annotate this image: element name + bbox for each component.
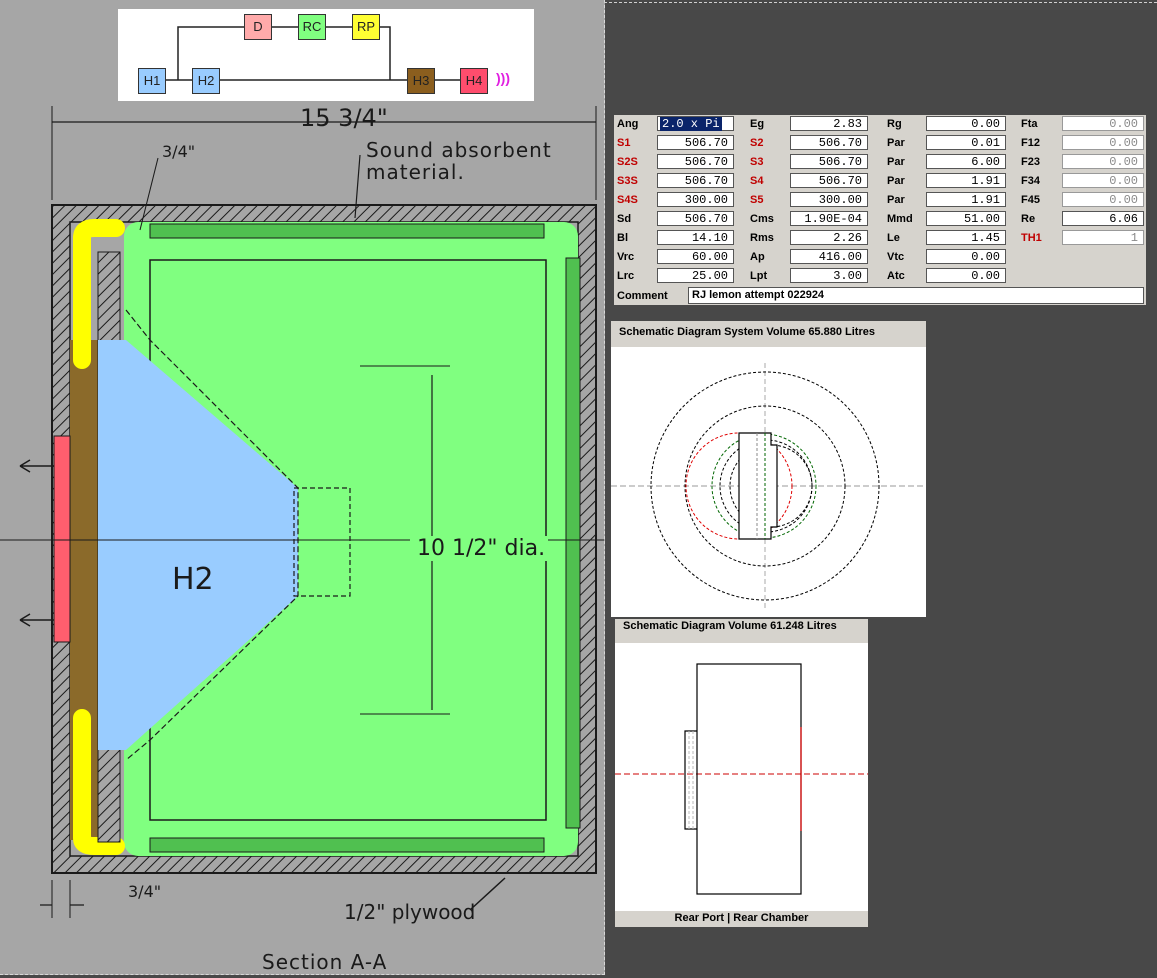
param-field-s3[interactable]: 506.70 — [790, 154, 868, 169]
schematic-volume-svg — [615, 663, 868, 895]
param-label-vrc: Vrc — [617, 251, 635, 263]
param-field-rms[interactable]: 2.26 — [790, 230, 868, 245]
param-field-f23[interactable]: 0.00 — [1062, 154, 1144, 169]
param-field-s4s[interactable]: 300.00 — [657, 192, 734, 207]
block-rp[interactable]: RP — [352, 14, 380, 40]
param-field-eg[interactable]: 2.83 — [790, 116, 868, 131]
param-label-re: Re — [1021, 213, 1036, 225]
material-label: material. — [366, 160, 465, 184]
schematic-volume-footer: Rear Port | Rear Chamber — [615, 911, 868, 927]
param-label-vtc: Vtc — [887, 251, 905, 263]
block-d[interactable]: D — [244, 14, 272, 40]
param-label-eg: Eg — [750, 118, 765, 130]
param-field-f45[interactable]: 0.00 — [1062, 192, 1144, 207]
param-label-f45: F45 — [1021, 194, 1040, 206]
param-label-cms: Cms — [750, 213, 774, 225]
param-field-s4[interactable]: 506.70 — [790, 173, 868, 188]
block-h1[interactable]: H1 — [138, 68, 166, 94]
param-label-s4: S4 — [750, 175, 764, 187]
param-label-s1: S1 — [617, 137, 631, 149]
param-label-rms: Rms — [750, 232, 774, 244]
param-label-sd: Sd — [617, 213, 632, 225]
param-label-atc: Atc — [887, 270, 905, 282]
block-h3[interactable]: H3 — [407, 68, 435, 94]
param-field-ap[interactable]: 416.00 — [790, 249, 868, 264]
block-h2[interactable]: H2 — [192, 68, 220, 94]
param-field-s1[interactable]: 506.70 — [657, 135, 734, 150]
param-label-lrc: Lrc — [617, 270, 635, 282]
param-field-s2s[interactable]: 506.70 — [657, 154, 734, 169]
wall-thickness-top-label: 3/4" — [162, 142, 196, 161]
param-label-par: Par — [887, 194, 905, 206]
top-divider — [604, 2, 1157, 3]
param-label-le: Le — [887, 232, 900, 244]
block-h4[interactable]: H4 — [460, 68, 488, 94]
param-field-s5[interactable]: 300.00 — [790, 192, 868, 207]
param-label-s2: S2 — [750, 137, 764, 149]
driver-diameter-label: 10 1/2" dia. — [414, 536, 549, 561]
param-field-rg[interactable]: 0.00 — [926, 116, 1006, 131]
sound-output-icon: ))) — [496, 70, 510, 86]
param-label-s4s: S4S — [617, 194, 638, 206]
comment-label: Comment — [617, 290, 668, 302]
param-field-par[interactable]: 0.01 — [926, 135, 1006, 150]
schematic-system-panel: Schematic Diagram System Volume 65.880 L… — [611, 321, 926, 617]
param-label-f23: F23 — [1021, 156, 1040, 168]
param-field-atc[interactable]: 0.00 — [926, 268, 1006, 283]
param-label-f34: F34 — [1021, 175, 1040, 187]
param-label-s5: S5 — [750, 194, 764, 206]
param-field-cms[interactable]: 1.90E-04 — [790, 211, 868, 226]
param-field-par[interactable]: 1.91 — [926, 173, 1006, 188]
sound-absorbent-label: Sound absorbent — [366, 138, 552, 162]
param-label-mmd: Mmd — [887, 213, 913, 225]
section-title: Section A-A — [262, 950, 388, 974]
param-field-fta[interactable]: 0.00 — [1062, 116, 1144, 131]
param-label-s3: S3 — [750, 156, 764, 168]
plywood-label: 1/2" plywood — [344, 900, 476, 924]
param-selected-text: 2.0 x Pi — [660, 117, 722, 131]
param-field-lrc[interactable]: 25.00 — [657, 268, 734, 283]
param-label-th1: TH1 — [1021, 232, 1042, 244]
param-label-ap: Ap — [750, 251, 765, 263]
param-field-par[interactable]: 1.91 — [926, 192, 1006, 207]
param-label-par: Par — [887, 175, 905, 187]
network-diagram: D RC RP H1 H2 H3 H4 ))) — [118, 9, 534, 101]
param-field-mmd[interactable]: 51.00 — [926, 211, 1006, 226]
block-rc[interactable]: RC — [298, 14, 326, 40]
param-label-s2s: S2S — [617, 156, 638, 168]
param-field-sd[interactable]: 506.70 — [657, 211, 734, 226]
param-label-par: Par — [887, 156, 905, 168]
param-label-lpt: Lpt — [750, 270, 768, 282]
param-label-rg: Rg — [887, 118, 902, 130]
param-label-f12: F12 — [1021, 137, 1040, 149]
param-label-par: Par — [887, 137, 905, 149]
param-field-bl[interactable]: 14.10 — [657, 230, 734, 245]
param-field-vtc[interactable]: 0.00 — [926, 249, 1006, 264]
param-field-re[interactable]: 6.06 — [1062, 211, 1144, 226]
schematic-volume-panel: Schematic Diagram Volume 61.248 Litres R… — [615, 619, 868, 927]
param-field-f34[interactable]: 0.00 — [1062, 173, 1144, 188]
param-field-th1[interactable]: 1 — [1062, 230, 1144, 245]
param-field-par[interactable]: 6.00 — [926, 154, 1006, 169]
param-label-s3s: S3S — [617, 175, 638, 187]
wall-thickness-bottom-label: 3/4" — [128, 882, 162, 901]
param-field-s2[interactable]: 506.70 — [790, 135, 868, 150]
comment-field[interactable]: RJ lemon attempt 022924 — [688, 287, 1144, 304]
schematic-system-svg — [611, 363, 926, 611]
h2-label: H2 — [172, 562, 214, 597]
param-field-lpt[interactable]: 3.00 — [790, 268, 868, 283]
param-label-ang: Ang — [617, 118, 639, 130]
param-field-le[interactable]: 1.45 — [926, 230, 1006, 245]
param-field-vrc[interactable]: 60.00 — [657, 249, 734, 264]
param-field-s3s[interactable]: 506.70 — [657, 173, 734, 188]
param-field-ang[interactable]: 2.0 x Pi — [657, 116, 734, 131]
param-label-bl: Bl — [617, 232, 628, 244]
param-field-f12[interactable]: 0.00 — [1062, 135, 1144, 150]
param-label-fta: Fta — [1021, 118, 1038, 130]
width-dimension-label: 15 3/4" — [300, 104, 388, 132]
